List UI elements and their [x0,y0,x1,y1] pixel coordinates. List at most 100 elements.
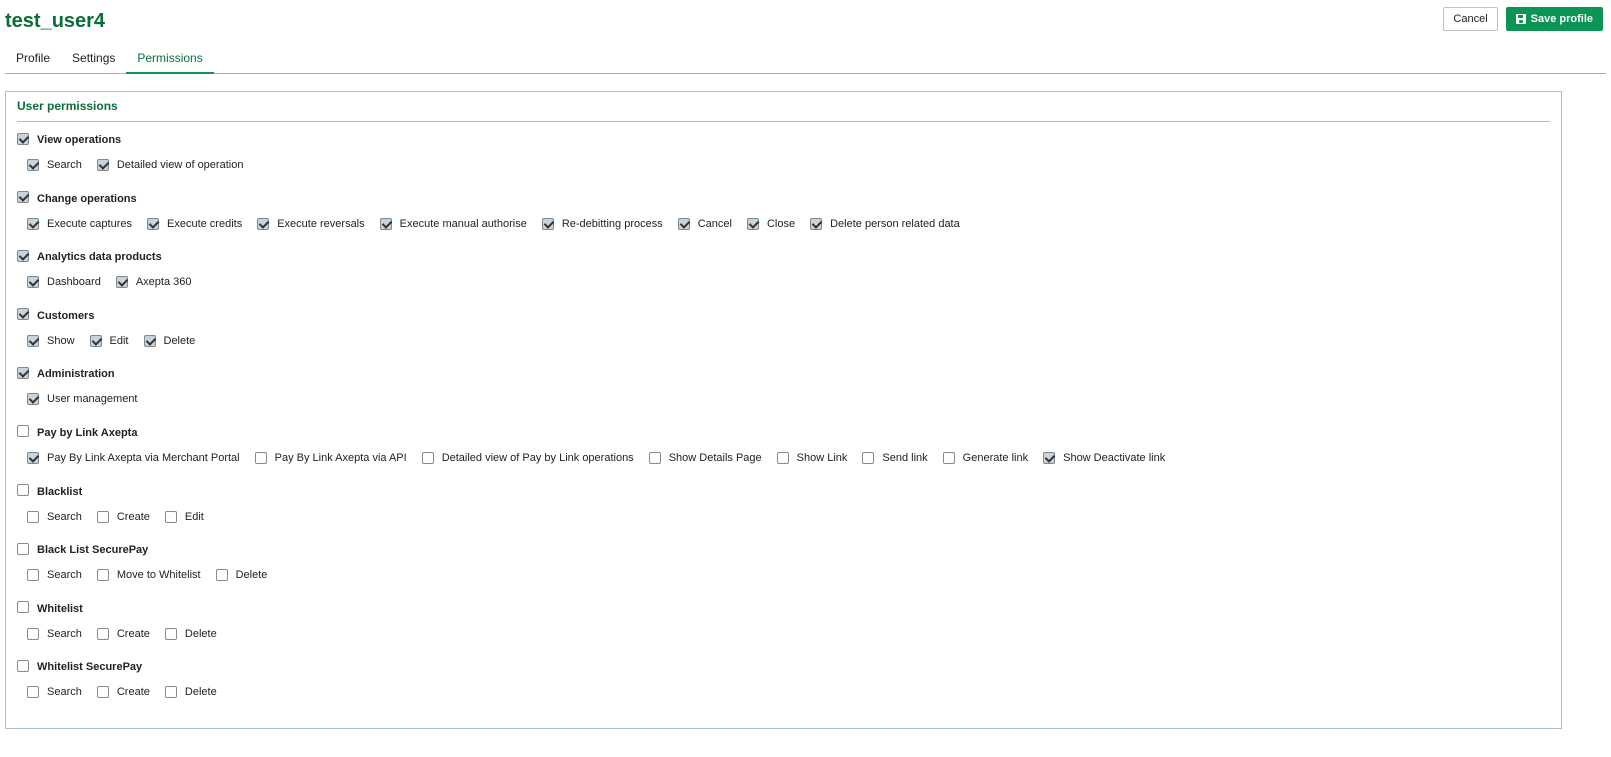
permission-item[interactable]: Show [27,334,75,347]
permission-checkbox[interactable] [96,627,109,640]
permission-item[interactable]: Show Link [776,451,847,464]
permission-label: Detailed view of operation [116,159,244,171]
tab-profile[interactable]: Profile [5,44,61,73]
permission-checkbox[interactable] [541,217,554,230]
permission-checkbox[interactable] [215,569,228,582]
permission-checkbox[interactable] [27,510,39,523]
user-permissions-panel: User permissions View operations Search De… [5,91,1562,729]
permission-checkbox[interactable] [746,217,759,230]
permission-label: Create [116,510,150,523]
save-profile-button[interactable]: Save profile [1505,7,1603,31]
permission-item[interactable]: Search [27,159,82,171]
permission-items-row: Search Move to Whitelist Delete [17,566,1180,584]
permission-checkbox[interactable] [1043,451,1056,464]
permission-item[interactable]: Pay By Link Axepta via Merchant Portal [27,451,240,464]
permission-item[interactable]: Send link [862,451,928,464]
permission-item[interactable]: Axepta 360 [115,276,191,289]
tab-permissions[interactable]: Permissions [126,44,214,74]
permission-item[interactable]: Create [96,686,150,699]
permission-item[interactable]: Detailed view of Pay by Link operations [421,451,634,464]
permission-checkbox[interactable] [648,451,661,464]
permission-item[interactable]: Search [27,510,82,523]
permission-checkbox[interactable] [27,276,39,289]
permission-item[interactable]: Search [27,569,82,582]
permission-item[interactable]: Delete person related data [810,217,960,230]
permission-item[interactable]: Execute credits [147,217,242,230]
group-checkbox[interactable] [17,601,29,614]
group-checkbox[interactable] [17,249,29,262]
permission-items-row: Search Create Edit [17,508,1180,526]
tab-settings[interactable]: Settings [61,44,126,73]
group-checkbox[interactable] [17,659,29,672]
permission-item[interactable]: Execute manual authorise [379,217,527,230]
group-checkbox[interactable] [17,132,29,145]
permission-checkbox[interactable] [27,159,39,171]
permission-checkbox[interactable] [421,451,434,464]
permission-checkbox[interactable] [810,217,823,230]
permission-checkbox[interactable] [164,686,177,699]
permission-item[interactable]: Edit [89,334,129,347]
permission-item[interactable]: Detailed view of operation [96,159,244,171]
permission-checkbox[interactable] [27,217,39,230]
permission-item[interactable]: User management [27,393,138,406]
permission-checkbox[interactable] [147,217,159,230]
permission-item[interactable]: Cancel [677,217,732,230]
group-checkbox[interactable] [17,191,29,204]
permission-item[interactable]: Search [27,627,82,640]
permission-checkbox[interactable] [254,451,267,464]
permission-checkbox[interactable] [164,510,177,523]
permission-items-row: Execute captures Execute credits Execute r… [17,215,1180,233]
permission-item[interactable]: Generate link [942,451,1028,464]
permission-checkbox[interactable] [27,334,39,347]
permission-checkbox[interactable] [257,217,270,230]
permission-checkbox[interactable] [164,627,177,640]
group-checkbox[interactable] [17,425,29,438]
permission-checkbox[interactable] [27,451,39,464]
permission-checkbox[interactable] [677,217,690,230]
tab-bar: Profile Settings Permissions [5,44,1606,74]
permission-checkbox[interactable] [27,569,39,582]
permission-checkbox[interactable] [96,159,109,171]
permission-checkbox[interactable] [89,334,102,347]
permission-checkbox[interactable] [379,217,392,230]
permission-item[interactable]: Show Deactivate link [1043,451,1165,464]
header-actions: Cancel Save profile [1443,7,1603,31]
permission-item[interactable]: Delete [164,686,217,699]
permission-item[interactable]: Create [96,510,150,523]
permission-checkbox[interactable] [27,393,39,406]
permission-checkbox[interactable] [776,451,789,464]
permission-item[interactable]: Dashboard [27,276,101,289]
permission-checkbox[interactable] [143,334,156,347]
permission-item[interactable]: Create [96,627,150,640]
group-checkbox[interactable] [17,366,29,379]
permission-item[interactable]: Delete [164,627,217,640]
permission-item[interactable]: Search [27,686,82,699]
permission-item[interactable]: Delete [215,569,267,582]
permission-checkbox[interactable] [27,627,39,640]
permission-label: User management [47,393,138,406]
permission-checkbox[interactable] [115,276,128,289]
permission-group: Administration User management [17,364,1180,423]
permission-item[interactable]: Pay By Link Axepta via API [254,451,407,464]
permission-group: Change operations Execute captures Execute… [17,189,1180,248]
group-checkbox[interactable] [17,542,29,555]
permission-checkbox[interactable] [96,569,109,582]
group-checkbox[interactable] [17,484,29,497]
permission-item[interactable]: Show Details Page [648,451,762,464]
permission-item[interactable]: Edit [164,510,204,523]
permission-item[interactable]: Execute captures [27,217,132,230]
permission-group-header: Blacklist [17,482,1180,502]
permission-item[interactable]: Execute reversals [257,217,365,230]
permission-item[interactable]: Re-debitting process [541,217,663,230]
permission-group-header: Administration [17,364,1180,384]
group-checkbox[interactable] [17,308,29,321]
cancel-button[interactable]: Cancel [1443,7,1498,31]
permission-checkbox[interactable] [862,451,875,464]
permission-item[interactable]: Move to Whitelist [96,569,201,582]
permission-checkbox[interactable] [942,451,955,464]
permission-item[interactable]: Close [746,217,795,230]
permission-checkbox[interactable] [96,510,109,523]
permission-checkbox[interactable] [96,686,109,699]
permission-item[interactable]: Delete [143,334,195,347]
permission-checkbox[interactable] [27,686,39,699]
